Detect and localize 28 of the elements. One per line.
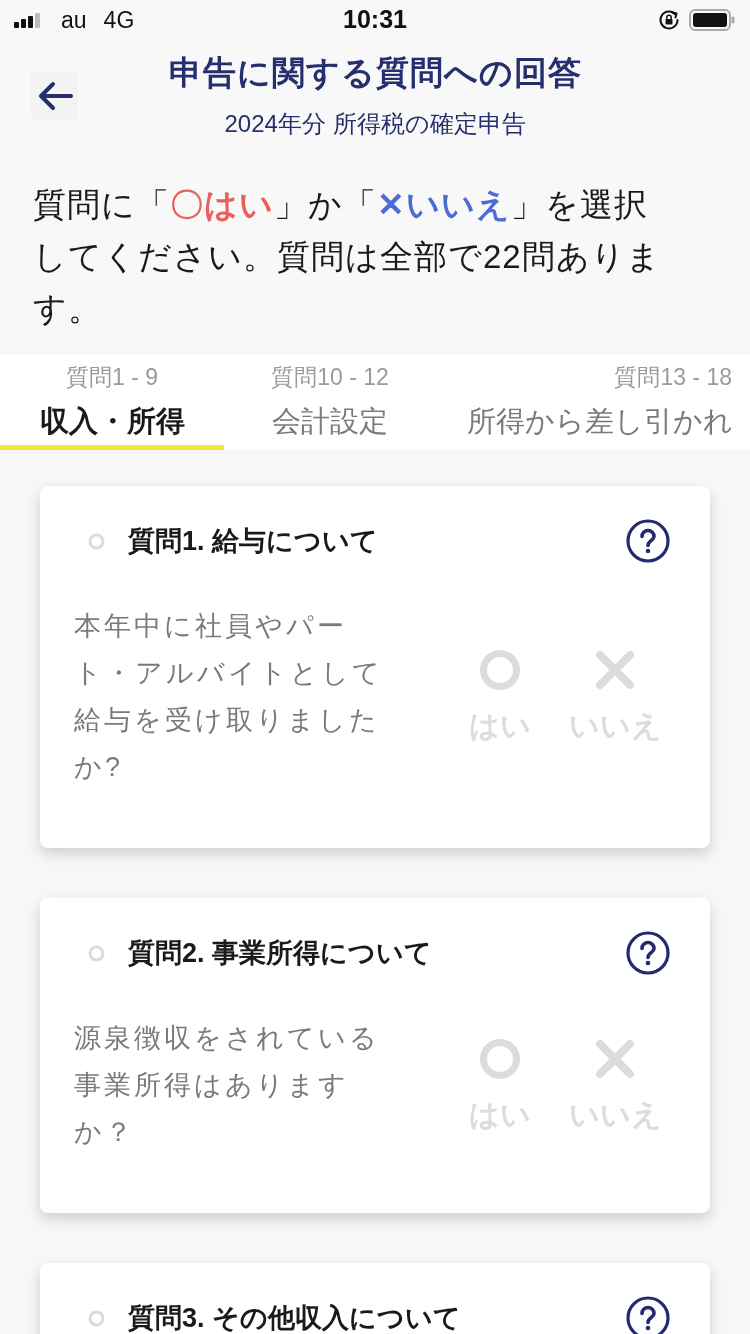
back-arrow-icon [36, 80, 73, 111]
status-ring-icon [88, 944, 105, 962]
page-title: 申告に関する質問への回答 [168, 53, 582, 93]
help-icon[interactable] [626, 519, 670, 563]
tab[interactable]: 質問13 - 18 所得から差し引かれ [436, 355, 750, 450]
question-text: 源泉徴収をされている事業所得はありますか？ [74, 1022, 381, 1149]
circle-icon [480, 1038, 520, 1079]
instruction-text: 質問に「〇はい」か「✕いいえ」を選択してください。質問は全部で22問あります。 [33, 185, 662, 329]
status-ring-icon [88, 532, 105, 550]
cross-icon [595, 1038, 635, 1079]
rotation-lock-icon [658, 9, 680, 31]
status-ring-icon [88, 1309, 105, 1327]
tab[interactable]: 質問10 - 12 会計設定 [224, 355, 436, 450]
question-title: 質問2. 事業所得について [128, 939, 433, 967]
back-button[interactable] [31, 72, 78, 119]
battery-icon [689, 9, 735, 31]
help-icon[interactable] [626, 931, 670, 975]
carrier-label: au [61, 5, 87, 35]
question-title: 質問1. 給与について [128, 527, 379, 555]
network-label: 4G [103, 5, 135, 35]
help-icon[interactable] [626, 1296, 670, 1334]
question-title: 質問3. その他収入について [128, 1304, 462, 1332]
question-text: 本年中に社員やパート・アルバイトとして給与を受け取りましたか? [74, 610, 384, 784]
page-subtitle: 2024年分 所得税の確定申告 [224, 109, 526, 139]
clock-time: 10:31 [343, 4, 407, 36]
circle-icon [480, 650, 520, 690]
cross-icon [595, 650, 635, 690]
signal-icon [14, 12, 40, 28]
